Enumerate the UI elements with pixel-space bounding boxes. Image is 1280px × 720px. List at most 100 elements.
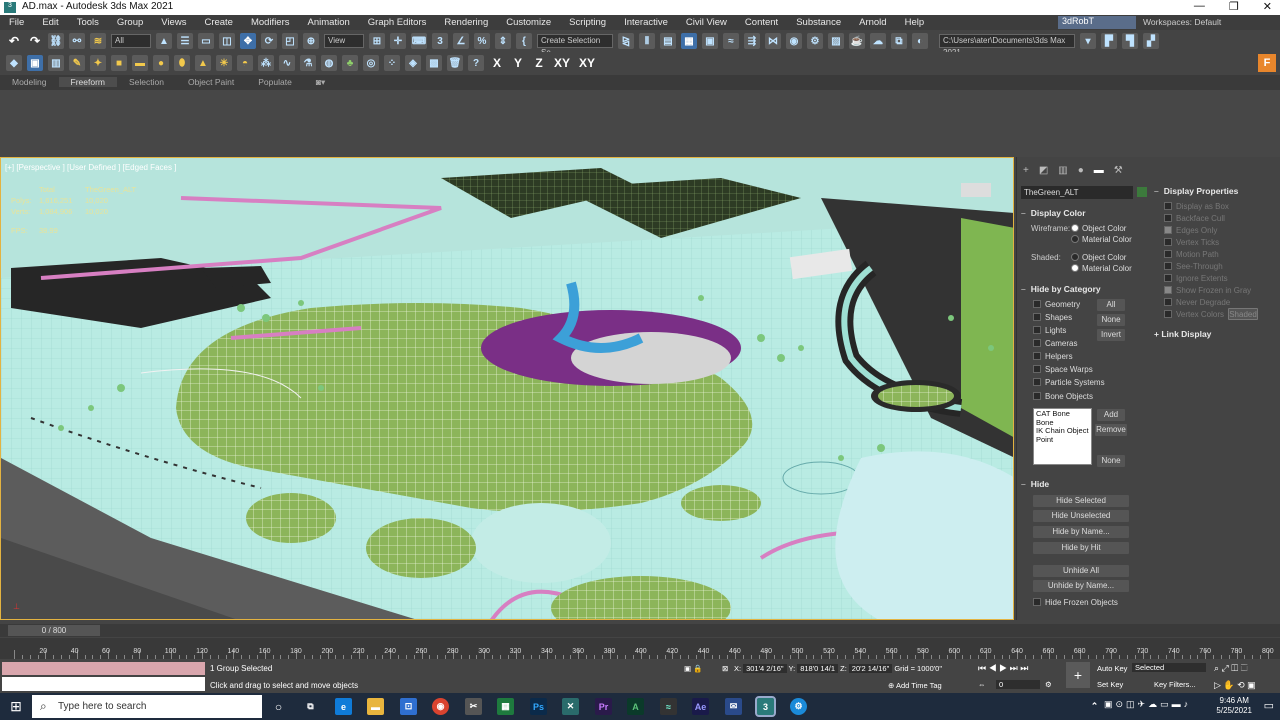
time-config-icon[interactable]: ⚙: [1045, 680, 1052, 689]
isolate-selection-icon[interactable]: ▣ 🔒: [684, 664, 703, 673]
angle-snap-icon[interactable]: ∠: [453, 33, 469, 49]
menu-content[interactable]: Content: [736, 17, 787, 28]
axis-xy-button[interactable]: XY: [552, 55, 572, 71]
set-key-button[interactable]: Set Key: [1097, 680, 1123, 689]
show-frozen-gray-checkbox[interactable]: Show Frozen in Gray: [1164, 286, 1251, 295]
utilities-tab-icon[interactable]: ⚒: [1114, 165, 1123, 176]
time-slider[interactable]: 0 / 800: [8, 625, 100, 636]
particles-icon[interactable]: ⁂: [258, 55, 274, 71]
chrome-icon[interactable]: ◉: [432, 698, 449, 715]
trash-icon[interactable]: 🗑: [447, 55, 463, 71]
key-selected-dropdown[interactable]: Selected: [1132, 663, 1206, 672]
render-production-icon[interactable]: ☕: [849, 33, 865, 49]
box-primitive-icon[interactable]: ■: [111, 55, 127, 71]
tab-object-paint[interactable]: Object Paint: [176, 77, 246, 87]
container-icon[interactable]: ◆: [6, 55, 22, 71]
vertex-ticks-checkbox[interactable]: Vertex Ticks: [1164, 238, 1219, 247]
restore-button[interactable]: ❐: [1229, 0, 1239, 13]
scene-explorer-icon[interactable]: ▦: [681, 33, 697, 49]
menu-create[interactable]: Create: [195, 17, 242, 28]
spinner-snap-icon[interactable]: ⇕: [495, 33, 511, 49]
project-path-field[interactable]: C:\Users\ater\Documents\3ds Max 2021: [939, 34, 1075, 57]
category-all-button[interactable]: All: [1097, 299, 1125, 311]
photoshop-icon[interactable]: Ps: [530, 698, 547, 715]
axis-xy-cycle-button[interactable]: XY: [577, 55, 597, 71]
select-move-icon[interactable]: ✥: [240, 33, 256, 49]
cone-primitive-icon[interactable]: ▲: [195, 55, 211, 71]
menu-rendering[interactable]: Rendering: [435, 17, 497, 28]
deform-icon[interactable]: ⚗: [300, 55, 316, 71]
window-crossing-icon[interactable]: ◫: [219, 33, 235, 49]
add-time-tag-button[interactable]: Add Time Tag: [896, 681, 942, 690]
category-none-button[interactable]: None: [1097, 314, 1125, 326]
windows-start-icon[interactable]: ⊞: [0, 693, 32, 720]
selection-filter-dropdown[interactable]: All: [111, 34, 151, 48]
category-helpers-checkbox[interactable]: Helpers: [1033, 352, 1073, 361]
hide-by-name-button[interactable]: Hide by Name...: [1033, 526, 1129, 538]
place-icon[interactable]: ⊕: [303, 33, 319, 49]
key-mode-icon[interactable]: ⇔: [978, 680, 986, 689]
3dsmax-taskbar-icon[interactable]: 3: [755, 696, 776, 717]
maxscript-listener-input[interactable]: [2, 662, 205, 675]
sun-icon[interactable]: ☀: [216, 55, 232, 71]
display-as-box-checkbox[interactable]: Display as Box: [1164, 202, 1229, 211]
autocad-icon[interactable]: A: [627, 698, 644, 715]
taskbar-clock[interactable]: 9:46 AM 5/25/2021: [1216, 696, 1252, 716]
object-name-field[interactable]: TheGreen_ALT: [1021, 186, 1133, 199]
tab-modeling[interactable]: Modeling: [0, 77, 59, 87]
create-tab-icon[interactable]: +: [1023, 165, 1029, 176]
plane-primitive-icon[interactable]: ▬: [132, 55, 148, 71]
category-bone-objects-checkbox[interactable]: Bone Objects: [1033, 392, 1093, 401]
undo-icon[interactable]: ↶: [6, 33, 22, 49]
category-shapes-checkbox[interactable]: Shapes: [1033, 313, 1072, 322]
notifications-icon[interactable]: ▭: [1264, 699, 1274, 712]
render-setup-icon[interactable]: ⚙: [807, 33, 823, 49]
current-frame-field[interactable]: 0: [996, 680, 1040, 689]
menu-help[interactable]: Help: [896, 17, 934, 28]
material-sphere-icon[interactable]: ◎: [363, 55, 379, 71]
y-coord-field[interactable]: 818'0 14/1: [797, 664, 839, 673]
store-icon[interactable]: ⊡: [400, 698, 417, 715]
viewport-nav-icons[interactable]: ⌕ ⤢ ◫ ⬚: [1214, 663, 1248, 674]
absolute-mode-icon[interactable]: ⊠: [722, 664, 728, 673]
motion-tab-icon[interactable]: ●: [1078, 165, 1084, 176]
unlink-icon[interactable]: ⚯: [69, 33, 85, 49]
material-editor-icon[interactable]: ◉: [786, 33, 802, 49]
menu-customize[interactable]: Customize: [497, 17, 560, 28]
spline-icon[interactable]: ∿: [279, 55, 295, 71]
menu-interactive[interactable]: Interactive: [615, 17, 677, 28]
info-icon[interactable]: ?: [468, 55, 484, 71]
hide-by-hit-button[interactable]: Hide by Hit: [1033, 542, 1129, 554]
settings-taskbar-icon[interactable]: ⚙: [790, 698, 807, 715]
category-lights-checkbox[interactable]: Lights: [1033, 326, 1066, 335]
axis-z-button[interactable]: Z: [531, 55, 547, 71]
pivot-center-icon[interactable]: ⊞: [369, 33, 385, 49]
outlook-icon[interactable]: ✉: [725, 698, 742, 715]
sketchup-icon[interactable]: ✕: [562, 698, 579, 715]
hide-frozen-objects-checkbox[interactable]: Hide Frozen Objects: [1033, 598, 1118, 607]
perspective-viewport[interactable]: [+] [Perspective ] [User Defined ] [Edge…: [0, 157, 1014, 620]
render-iterative-icon[interactable]: ☁: [870, 33, 886, 49]
menu-civil-view[interactable]: Civil View: [677, 17, 736, 28]
light-icon[interactable]: ✦: [90, 55, 106, 71]
key-filters-button[interactable]: Key Filters...: [1154, 680, 1196, 689]
hide-rollout[interactable]: Hide: [1021, 479, 1049, 489]
percent-snap-icon[interactable]: %: [474, 33, 490, 49]
app-icon-wave[interactable]: ≈: [660, 698, 677, 715]
task-view-icon[interactable]: ⧉: [302, 698, 319, 715]
menu-views[interactable]: Views: [152, 17, 195, 28]
menu-file[interactable]: File: [0, 17, 33, 28]
menu-modifiers[interactable]: Modifiers: [242, 17, 299, 28]
project-new-icon[interactable]: ▛: [1101, 33, 1117, 49]
scene-explorer-f-icon[interactable]: F: [1258, 54, 1276, 72]
tab-populate[interactable]: Populate: [246, 77, 304, 87]
graphite-toggle-icon[interactable]: ▣: [702, 33, 718, 49]
snip-icon[interactable]: ✂: [465, 698, 482, 715]
tab-freeform[interactable]: Freeform: [58, 77, 117, 87]
link-display-rollout[interactable]: + Link Display: [1154, 329, 1211, 339]
bind-spacewarp-icon[interactable]: ≋: [90, 33, 106, 49]
hide-selected-button[interactable]: Hide Selected: [1033, 495, 1129, 507]
minimize-button[interactable]: —: [1194, 0, 1205, 13]
align-icon[interactable]: ⫴: [639, 33, 655, 49]
menu-animation[interactable]: Animation: [299, 17, 359, 28]
